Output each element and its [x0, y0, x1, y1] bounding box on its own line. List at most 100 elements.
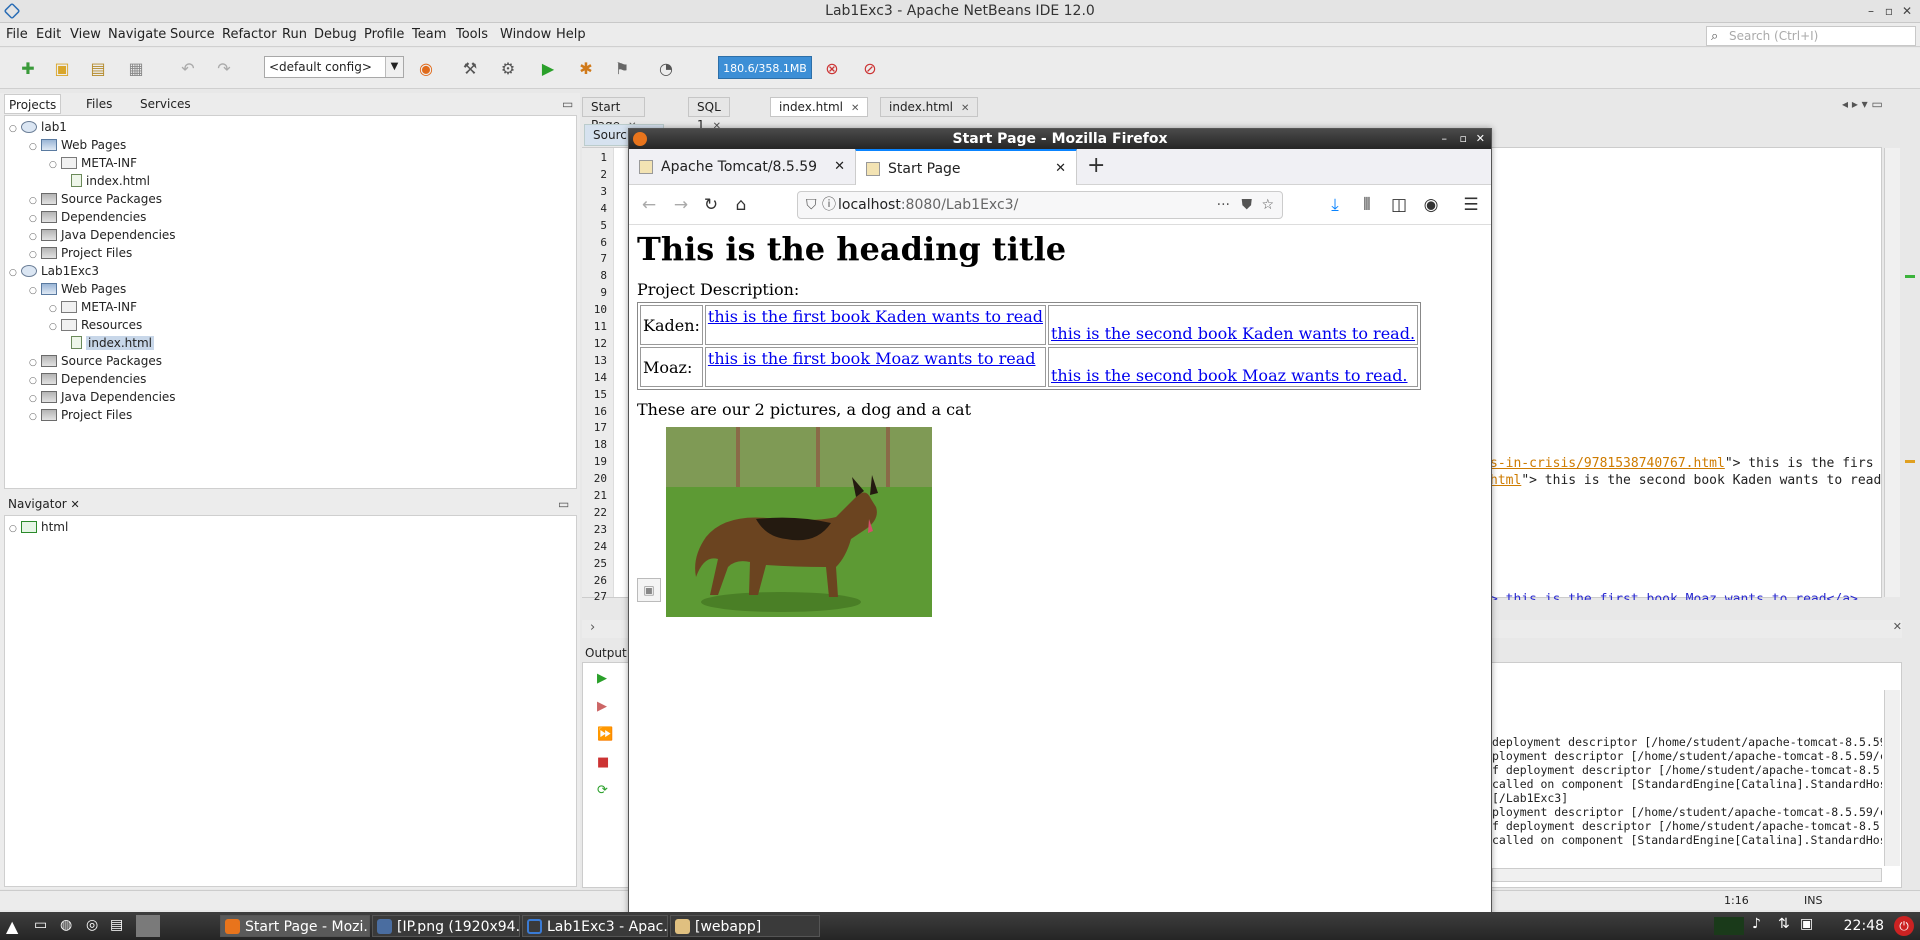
menu-tools[interactable]: Tools	[456, 27, 488, 42]
tab-start-page[interactable]: Start Page✕	[855, 149, 1077, 185]
tree-node[interactable]: ○ Java Dependencies	[29, 388, 176, 406]
new-project-icon[interactable]: ▣	[50, 57, 74, 81]
menu-source[interactable]: Source	[170, 27, 215, 42]
editor-scrollbar[interactable]	[1884, 148, 1900, 597]
expand-icon[interactable]: ○	[9, 120, 19, 138]
refresh-icon[interactable]: ⟳	[597, 783, 608, 798]
close-icon[interactable]: ✕	[1476, 129, 1485, 149]
tree-node[interactable]: ○ Resources	[49, 316, 142, 334]
menu-window[interactable]: Window	[500, 27, 551, 42]
expand-icon[interactable]: ○	[29, 138, 39, 156]
account-icon[interactable]: ◉	[1419, 193, 1443, 217]
menu-run[interactable]: Run	[282, 27, 307, 42]
tree-node[interactable]: index.html	[59, 172, 150, 190]
close-icon[interactable]: ✕	[1898, 0, 1916, 22]
firefox-launcher-icon[interactable]	[136, 915, 160, 937]
tree-node[interactable]: ○ META-INF	[49, 298, 137, 316]
tray-icon[interactable]: ▣	[1800, 916, 1813, 932]
profiler-icon[interactable]: ⊘	[858, 57, 882, 81]
close-icon[interactable]: ✕	[851, 103, 859, 114]
redo-icon[interactable]: ↷	[212, 57, 236, 81]
tree-node[interactable]: ○ Dependencies	[29, 370, 146, 388]
book-link[interactable]: this is the first book Kaden wants to re…	[708, 307, 1043, 326]
maximize-icon[interactable]: ▫	[1880, 0, 1898, 22]
close-tab-icon[interactable]: ✕	[834, 149, 845, 185]
tree-node[interactable]: ○ Java Dependencies	[29, 226, 176, 244]
chevron-right-icon[interactable]: ›	[590, 620, 595, 635]
pocket-icon[interactable]: ⛊	[1242, 192, 1253, 218]
output-title[interactable]: Output	[585, 646, 627, 660]
tab-start-page[interactable]: Start Page✕	[582, 97, 646, 132]
navigator-node[interactable]: ○ html	[9, 518, 68, 536]
tab-files[interactable]: Files	[82, 94, 116, 114]
book-link[interactable]: this is the second book Kaden wants to r…	[1051, 324, 1415, 343]
output-hscrollbar[interactable]	[1492, 868, 1882, 882]
config-select[interactable]: <default config> ▼	[264, 56, 404, 78]
launcher-icon[interactable]: ◍	[60, 917, 72, 933]
debug-icon[interactable]: ✱	[574, 57, 598, 81]
tree-node[interactable]: ○ lab1	[9, 118, 67, 136]
close-tab-icon[interactable]: ✕	[1055, 151, 1066, 187]
close-icon[interactable]: ✕	[1893, 620, 1902, 633]
taskbar-item-image[interactable]: [IP.png (1920x94...	[372, 915, 520, 937]
clean-build-icon[interactable]: ⚙	[496, 57, 520, 81]
tree-node[interactable]: ○ META-INF	[49, 154, 137, 172]
editor-tab-nav[interactable]: ◂ ▸ ▾ ▭	[1842, 97, 1883, 111]
rerun-params-icon[interactable]: ▶	[597, 699, 607, 714]
menu-team[interactable]: Team	[412, 27, 446, 42]
book-link[interactable]: this is the second book Moaz wants to re…	[1051, 366, 1408, 385]
undo-icon[interactable]: ↶	[176, 57, 200, 81]
tree-node[interactable]: ○ Web Pages	[29, 280, 126, 298]
taskbar-item-netbeans[interactable]: Lab1Exc3 - Apac...	[522, 915, 668, 937]
tree-node[interactable]: ○ Web Pages	[29, 136, 126, 154]
book-link[interactable]: this is the first book Moaz wants to rea…	[708, 349, 1036, 368]
resume-icon[interactable]: ⏩	[597, 727, 613, 742]
taskbar-item-webapp[interactable]: [webapp]	[670, 915, 820, 937]
tree-node[interactable]: ○ Project Files	[29, 244, 132, 262]
menu-debug[interactable]: Debug	[314, 27, 357, 42]
expand-icon[interactable]: ○	[9, 520, 19, 538]
memory-indicator[interactable]: 180.6/358.1MB	[718, 56, 812, 79]
tree-node[interactable]: ○ Dependencies	[29, 208, 146, 226]
back-icon[interactable]: ←	[637, 193, 661, 217]
rerun-icon[interactable]: ▶	[597, 671, 607, 686]
home-icon[interactable]: ⌂	[729, 193, 753, 217]
run-icon[interactable]: ▶	[536, 57, 560, 81]
menu-edit[interactable]: Edit	[36, 27, 61, 42]
menu-icon[interactable]: ☰	[1459, 193, 1483, 217]
tab-apache-tomcat[interactable]: Apache Tomcat/8.5.59 ✕	[629, 149, 855, 185]
page-actions-icon[interactable]: ···	[1217, 192, 1230, 218]
reload-icon[interactable]: ↻	[699, 193, 723, 217]
menu-profile[interactable]: Profile	[364, 27, 404, 42]
network-icon[interactable]: ⇅	[1778, 916, 1790, 932]
files-icon[interactable]: ▤	[110, 917, 123, 933]
menu-file[interactable]: File	[6, 27, 28, 42]
tree-node[interactable]: ○ Lab1Exc3	[9, 262, 99, 280]
expand-icon[interactable]: ○	[29, 282, 39, 300]
menu-refactor[interactable]: Refactor	[222, 27, 277, 42]
maximize-icon[interactable]: ▫	[1460, 129, 1467, 149]
profile-icon[interactable]: ⚑	[610, 57, 634, 81]
tab-services[interactable]: Services	[136, 94, 195, 114]
tree-node[interactable]: ○ Source Packages	[29, 190, 162, 208]
build-icon[interactable]: ⚒	[458, 57, 482, 81]
gc-icon[interactable]: ◔	[654, 57, 678, 81]
save-all-icon[interactable]: ▦	[124, 57, 148, 81]
start-menu-icon[interactable]: ▲	[6, 917, 18, 936]
downloads-icon[interactable]: ⤓	[1323, 193, 1347, 217]
menu-navigate[interactable]: Navigate	[108, 27, 166, 42]
gc-reset-icon[interactable]: ⊗	[820, 57, 844, 81]
tree-node[interactable]: ○ Project Files	[29, 406, 132, 424]
show-desktop-icon[interactable]: ▭	[34, 917, 47, 933]
close-icon[interactable]: ✕	[71, 498, 80, 511]
firefox-browser-icon[interactable]: ◉	[414, 57, 438, 81]
browser-launcher-icon[interactable]: ◎	[86, 917, 98, 933]
tab-index-html[interactable]: index.html ✕	[880, 97, 979, 117]
minimize-panel-icon[interactable]: ▭	[558, 494, 569, 514]
minimize-icon[interactable]: –	[1442, 129, 1448, 149]
tab-sql-1[interactable]: SQL 1 ✕	[688, 97, 731, 132]
power-icon[interactable]: ⏻	[1894, 916, 1914, 936]
expand-icon[interactable]: ○	[49, 318, 59, 336]
expand-icon[interactable]: ○	[49, 156, 59, 174]
volume-icon[interactable]: ♪	[1752, 916, 1761, 932]
